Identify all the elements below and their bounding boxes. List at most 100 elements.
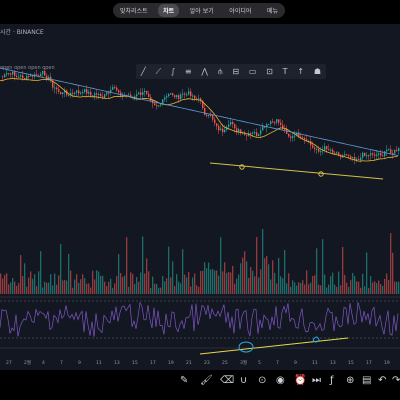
undo-icon[interactable]: ↶ xyxy=(378,376,386,386)
volume-bar xyxy=(50,274,52,294)
candle-body xyxy=(180,94,182,99)
volume-bar xyxy=(162,275,164,294)
compare-icon[interactable]: ⊕ xyxy=(346,376,354,386)
alarm-icon[interactable]: ⏰ xyxy=(294,376,306,386)
x-axis-label: 17 xyxy=(150,360,156,366)
volume-bar xyxy=(350,280,352,294)
replay-icon[interactable]: ⏭ xyxy=(312,376,321,386)
candle-body xyxy=(172,93,174,96)
volume-bar xyxy=(254,276,256,294)
volume-bar xyxy=(84,278,86,294)
volume-bar xyxy=(312,276,314,294)
eraser-icon[interactable]: ⌫ xyxy=(220,376,234,386)
candle-body xyxy=(256,132,258,137)
volume-bar xyxy=(348,286,350,294)
candle-body xyxy=(8,73,10,75)
candle-body xyxy=(228,124,230,127)
volume-bar xyxy=(314,275,316,294)
volume-bar xyxy=(44,281,46,294)
candle-body xyxy=(212,115,214,120)
candle-body xyxy=(136,94,138,97)
candle-body xyxy=(236,128,238,132)
volume-bar xyxy=(366,252,368,294)
candle-body xyxy=(94,93,96,96)
candle-body xyxy=(346,154,348,156)
volume-bar xyxy=(308,284,310,294)
volume-bar xyxy=(298,282,300,294)
tab-chart[interactable]: 차트 xyxy=(158,4,180,17)
volume-bar xyxy=(118,254,120,294)
volume-bar xyxy=(6,273,8,294)
trash-icon[interactable]: ▤ xyxy=(362,376,371,386)
candle-body xyxy=(278,119,280,123)
volume-bar xyxy=(386,273,388,294)
candle-body xyxy=(156,105,158,107)
volume-bar xyxy=(62,280,64,294)
tab-watchlist[interactable]: 맞차리스트 xyxy=(115,4,153,17)
tab-explore[interactable]: 알아 보기 xyxy=(185,4,219,17)
volume-bar xyxy=(214,270,216,294)
candle-body xyxy=(114,87,116,89)
brush-icon[interactable]: 🖌 xyxy=(200,376,213,386)
volume-bar xyxy=(326,287,328,294)
candle-body xyxy=(318,148,320,152)
candle-body xyxy=(166,96,168,98)
volume-bar xyxy=(330,276,332,294)
tab-menu[interactable]: 메뉴 xyxy=(262,4,283,17)
candle-body xyxy=(260,130,262,135)
candle-body xyxy=(4,74,6,78)
candle-body xyxy=(174,95,176,98)
volume-bar xyxy=(80,279,82,294)
x-axis-label: 21 xyxy=(186,360,192,366)
volume-bar xyxy=(202,270,204,294)
candle-body xyxy=(386,149,388,152)
candle-body xyxy=(96,93,98,95)
price-chart-svg[interactable]: 27 2월 4 7 9 11 13 15 17 19 21 23 25 3월 5 7 9 11 13 15 17 19 xyxy=(0,24,400,370)
candle-body xyxy=(294,135,296,137)
volume-bar xyxy=(344,274,346,294)
candle-body xyxy=(330,149,332,151)
volume-bar xyxy=(328,284,330,294)
magnet-icon[interactable]: ∪ xyxy=(240,376,247,386)
candle-body xyxy=(268,123,270,125)
volume-bar xyxy=(398,281,400,294)
volume-bar xyxy=(390,233,392,294)
lock-icon[interactable]: ⊙ xyxy=(258,376,266,386)
candle-body xyxy=(206,115,208,117)
volume-bar xyxy=(64,279,66,294)
volume-bar xyxy=(318,284,320,294)
volume-bar xyxy=(338,271,340,294)
candle-body xyxy=(98,94,100,96)
pencil-icon[interactable]: ✎ xyxy=(180,376,188,386)
volume-bar xyxy=(336,286,338,294)
volume-bar xyxy=(276,283,278,294)
volume-bar xyxy=(362,273,364,294)
volume-bar xyxy=(120,273,122,294)
candle-body xyxy=(388,149,390,151)
volume-bar xyxy=(170,277,172,294)
indicator-icon[interactable]: ƒ xyxy=(330,376,334,386)
candle-body xyxy=(154,103,156,106)
volume-bar xyxy=(222,271,224,294)
volume-bar xyxy=(204,262,206,294)
candle-body xyxy=(320,151,322,153)
volume-bar xyxy=(94,279,96,294)
candle-body xyxy=(68,94,70,96)
x-axis-label: 13 xyxy=(114,360,120,366)
volume-bar xyxy=(10,282,12,294)
candle-body xyxy=(194,95,196,99)
redo-icon[interactable]: ↷ xyxy=(392,376,400,386)
volume-bar xyxy=(70,270,72,294)
candle-body xyxy=(112,87,114,90)
volume-bar xyxy=(194,273,196,294)
candle-body xyxy=(12,71,14,75)
volume-bar xyxy=(274,272,276,294)
candle-body xyxy=(168,93,170,97)
volume-bar xyxy=(220,237,222,294)
eye-icon[interactable]: ◉ xyxy=(276,376,285,386)
tab-ideas[interactable]: 아이디어 xyxy=(224,4,256,17)
volume-bar xyxy=(26,286,28,294)
volume-bar xyxy=(46,282,48,294)
volume-bar xyxy=(52,285,54,294)
candle-body xyxy=(234,124,236,129)
